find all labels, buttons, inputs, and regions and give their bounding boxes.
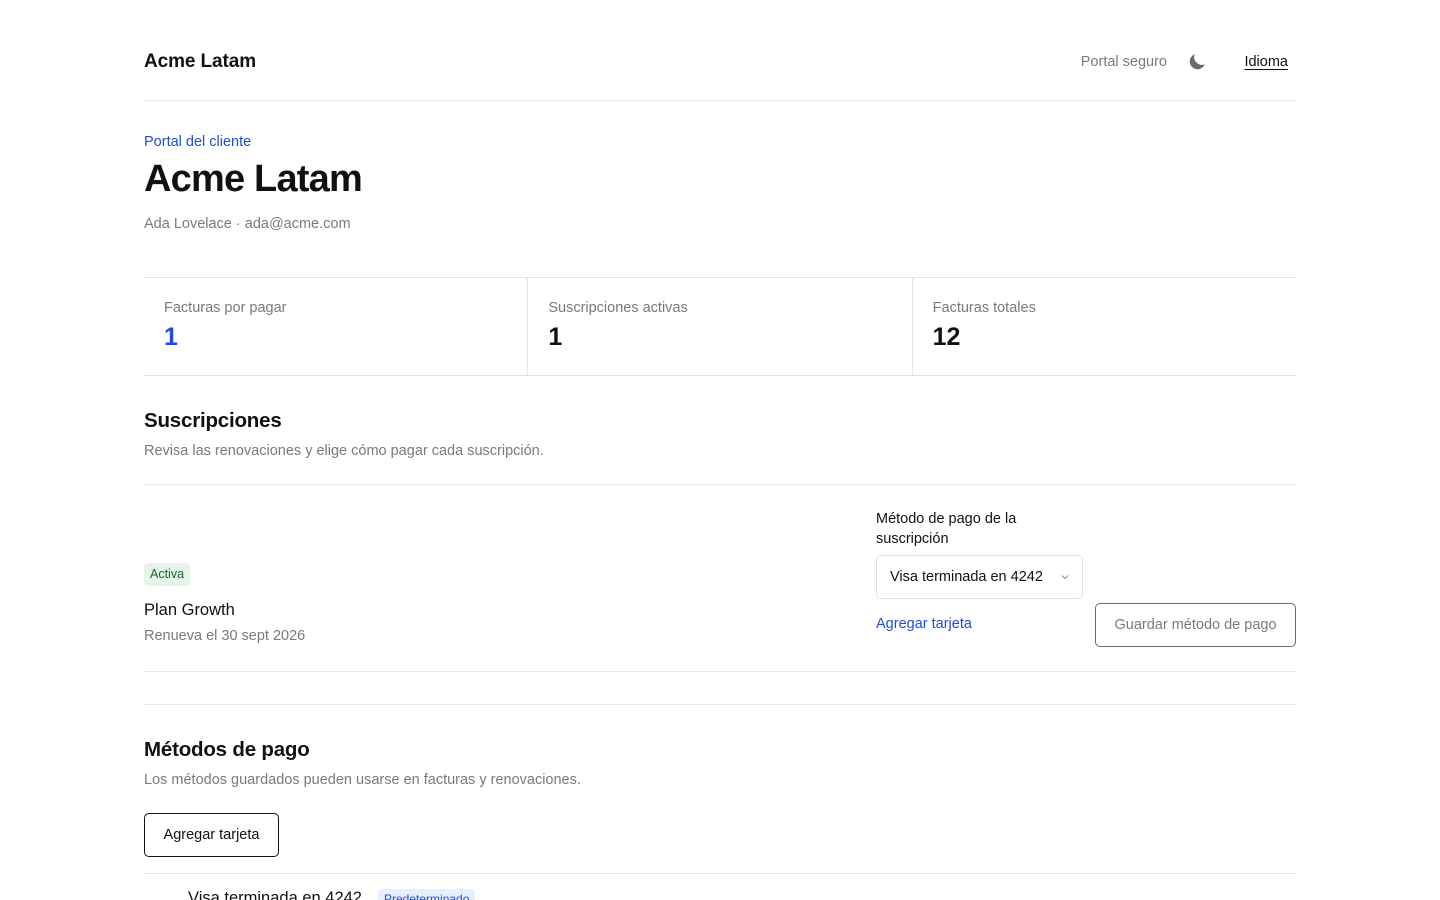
stat-label: Facturas por pagar (164, 300, 287, 316)
secure-portal-label: Portal seguro (1080, 54, 1167, 70)
stat-label: Suscripciones activas (548, 300, 688, 316)
payment-method-label: Método de pago de la suscripción (876, 511, 1017, 547)
plan-name: Plan Growth (144, 601, 235, 619)
add-card-link[interactable]: Agregar tarjeta (876, 616, 972, 632)
stat-total-invoices: Facturas totales 12 (913, 278, 1296, 375)
stat-active-subscriptions: Suscripciones activas 1 (528, 278, 913, 375)
subscriptions-title: Suscripciones (144, 409, 282, 432)
stat-label: Facturas totales (932, 300, 1036, 316)
renewal-date: Renueva el 30 sept 2026 (144, 628, 306, 644)
user-info: Ada Lovelace · ada@acme.com (144, 216, 351, 232)
portal-eyebrow: Portal del cliente (144, 134, 252, 150)
payment-methods-title: Métodos de pago (144, 738, 310, 761)
payment-method-selected: Visa terminada en 4242 (890, 569, 1043, 585)
divider (144, 671, 1296, 672)
stat-unpaid-invoices: Facturas por pagar 1 (144, 278, 529, 375)
payment-method-select[interactable]: Visa terminada en 4242 (876, 555, 1083, 599)
stat-value: 1 (164, 323, 178, 351)
page-title: Acme Latam (144, 158, 363, 200)
card-name: Visa terminada en 4242 (188, 889, 362, 900)
chevron-down-icon (1061, 575, 1069, 580)
language-link[interactable]: Idioma (1244, 54, 1288, 70)
brand-name: Acme Latam (144, 51, 256, 72)
divider (144, 873, 1296, 874)
payment-methods-description: Los métodos guardados pueden usarse en f… (144, 772, 581, 788)
save-payment-method-button[interactable]: Guardar método de pago (1095, 603, 1296, 647)
status-badge: Activa (144, 563, 191, 586)
top-bar: Acme Latam Portal seguro Idioma (144, 0, 1296, 101)
stats-summary: Facturas por pagar 1 Suscripciones activ… (144, 277, 1296, 376)
add-card-button[interactable]: Agregar tarjeta (144, 813, 279, 857)
theme-toggle-button[interactable] (1186, 51, 1208, 73)
default-badge: Predeterminado (378, 889, 476, 900)
divider (144, 484, 1296, 485)
divider (144, 704, 1296, 705)
customer-portal-page: Acme Latam Portal seguro Idioma Portal d… (0, 0, 1440, 900)
subscriptions-description: Revisa las renovaciones y elige cómo pag… (144, 443, 544, 459)
stat-value: 12 (932, 323, 961, 351)
stat-value: 1 (548, 323, 563, 351)
moon-icon (1189, 54, 1205, 70)
